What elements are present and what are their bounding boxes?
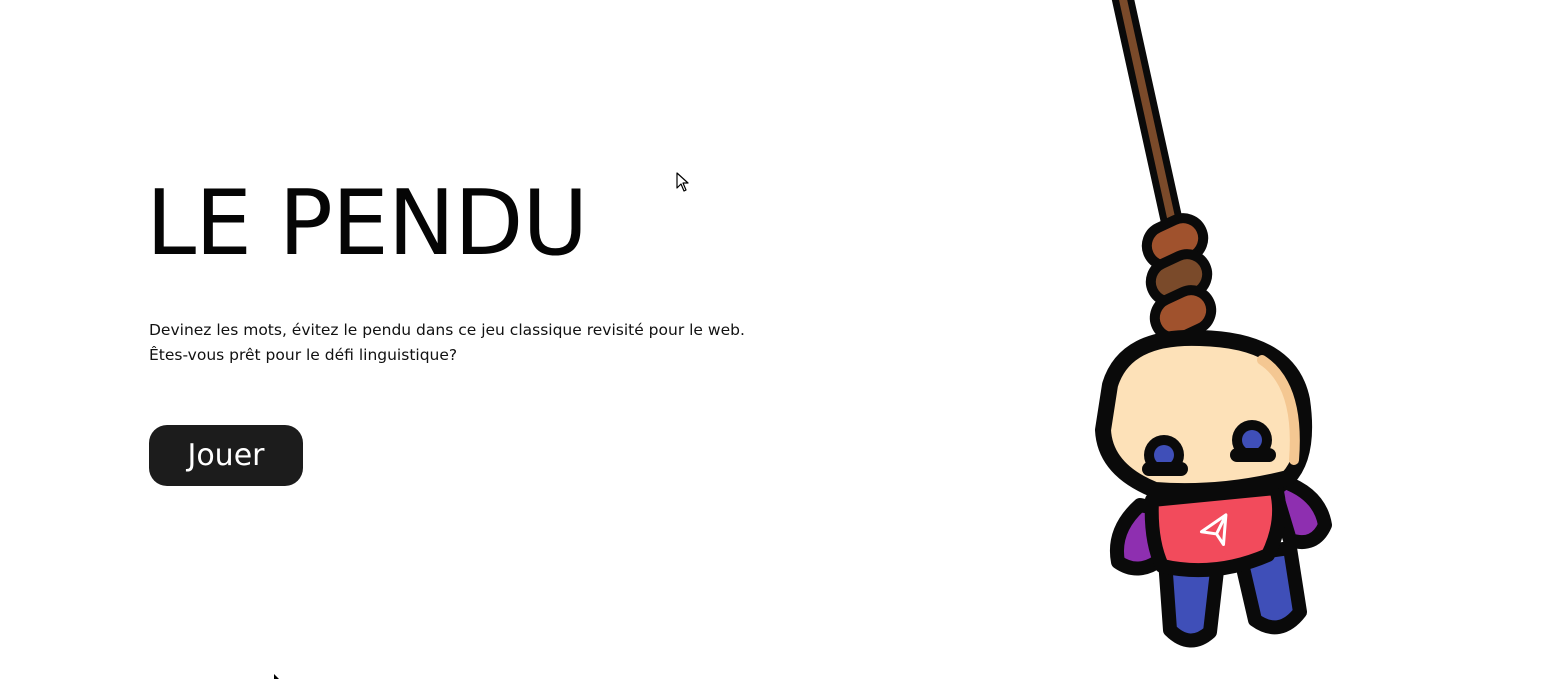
description-line-2: Êtes-vous prêt pour le défi linguistique… [149,346,458,364]
mouse-cursor-icon [676,172,689,192]
secondary-cursor-icon [274,674,279,679]
hanged-character-icon [1095,0,1332,648]
shirt-icon [1144,481,1287,578]
rope-icon [1111,0,1183,233]
head-icon [1095,329,1313,500]
noose-knot-icon [1141,213,1217,343]
description-line-1: Devinez les mots, évitez le pendu dans c… [149,321,745,339]
hero-description: Devinez les mots, évitez le pendu dans c… [149,318,789,368]
page-title: LE PENDU [146,171,588,276]
play-button[interactable]: Jouer [149,425,303,486]
